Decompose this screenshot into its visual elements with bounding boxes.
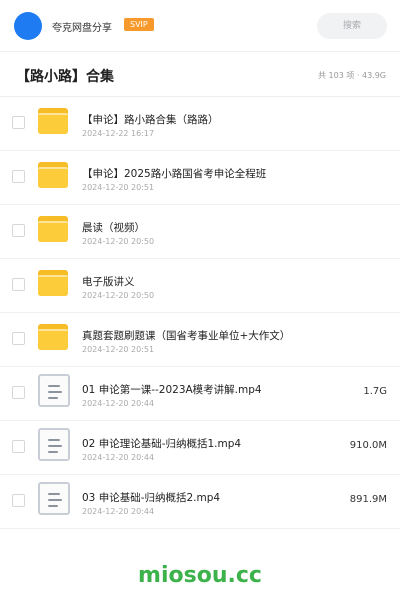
- item-name: 02 申论理论基础-归纳概括1.mp4: [82, 438, 242, 450]
- document-icon: [38, 428, 70, 461]
- item-size: 891.9M: [349, 494, 387, 505]
- item-name: 【申论】路小路合集（路路）: [82, 114, 219, 126]
- item-name: 【申论】2025路小路国省考申论全程班: [82, 168, 267, 180]
- list-item[interactable]: 【申论】2025路小路国省考申论全程班 2024-12-20 20:51: [0, 151, 400, 205]
- watermark: miosou.cc: [138, 563, 262, 588]
- avatar[interactable]: [14, 12, 42, 40]
- item-size: 1.7G: [363, 386, 387, 397]
- folder-icon: [38, 270, 68, 296]
- item-checkbox[interactable]: [12, 170, 25, 183]
- item-checkbox[interactable]: [12, 494, 25, 507]
- item-name: 电子版讲义: [82, 276, 135, 288]
- list-item[interactable]: 03 申论基础-归纳概括2.mp4 2024-12-20 20:44 891.9…: [0, 475, 400, 529]
- item-date: 2024-12-20 20:50: [82, 237, 155, 246]
- folder-icon: [38, 162, 68, 188]
- list-item[interactable]: 【申论】路小路合集（路路） 2024-12-22 16:17: [0, 97, 400, 151]
- item-date: 2024-12-20 20:51: [82, 183, 155, 192]
- page-title: 【路小路】合集: [16, 69, 114, 85]
- item-name: 03 申论基础-归纳概括2.mp4: [82, 492, 221, 504]
- item-name: 01 申论第一课--2023A模考讲解.mp4: [82, 384, 262, 396]
- item-checkbox[interactable]: [12, 386, 25, 399]
- file-list: 【申论】路小路合集（路路） 2024-12-22 16:17 【申论】2025路…: [0, 97, 400, 529]
- top-bar: 夸克网盘分享 SVIP 搜索: [0, 0, 400, 52]
- item-size: 910.0M: [349, 440, 387, 451]
- item-date: 2024-12-20 20:44: [82, 453, 155, 462]
- list-item[interactable]: 电子版讲义 2024-12-20 20:50: [0, 259, 400, 313]
- item-date: 2024-12-20 20:51: [82, 345, 155, 354]
- list-item[interactable]: 真题套题刷题课（国省考事业单位+大作文） 2024-12-20 20:51: [0, 313, 400, 367]
- item-checkbox[interactable]: [12, 224, 25, 237]
- item-checkbox[interactable]: [12, 440, 25, 453]
- folder-icon: [38, 108, 68, 134]
- folder-icon: [38, 324, 68, 350]
- list-item[interactable]: 02 申论理论基础-归纳概括1.mp4 2024-12-20 20:44 910…: [0, 421, 400, 475]
- svip-badge: SVIP: [124, 18, 154, 31]
- item-name: 晨读（视频）: [82, 222, 145, 234]
- folder-header: 【路小路】合集 共 103 项 · 43.9G: [0, 52, 400, 97]
- share-title: 夸克网盘分享: [52, 23, 112, 34]
- list-item[interactable]: 01 申论第一课--2023A模考讲解.mp4 2024-12-20 20:44…: [0, 367, 400, 421]
- item-checkbox[interactable]: [12, 116, 25, 129]
- item-name: 真题套题刷题课（国省考事业单位+大作文）: [82, 330, 291, 342]
- item-checkbox[interactable]: [12, 332, 25, 345]
- document-icon: [38, 374, 70, 407]
- list-item[interactable]: 晨读（视频） 2024-12-20 20:50: [0, 205, 400, 259]
- item-checkbox[interactable]: [12, 278, 25, 291]
- item-date: 2024-12-20 20:44: [82, 507, 155, 516]
- item-date: 2024-12-22 16:17: [82, 129, 155, 138]
- folder-icon: [38, 216, 68, 242]
- item-date: 2024-12-20 20:50: [82, 291, 155, 300]
- item-date: 2024-12-20 20:44: [82, 399, 155, 408]
- item-summary: 共 103 项 · 43.9G: [318, 71, 386, 80]
- search-input[interactable]: 搜索: [317, 13, 387, 39]
- document-icon: [38, 482, 70, 515]
